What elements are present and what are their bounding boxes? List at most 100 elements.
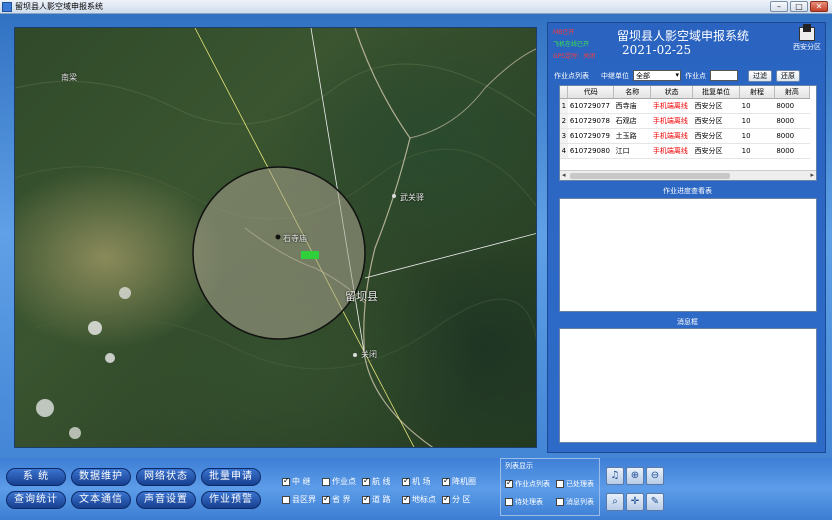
table-header-index (560, 86, 569, 99)
table-row[interactable]: 4 610729080 江口 手机端离线 西安分区 10 8000 (560, 143, 810, 159)
layer-landmark-check[interactable]: 地标点 (402, 494, 436, 505)
status-plane: 飞机在线已开 (553, 41, 590, 48)
network-status-button[interactable]: 网络状态 (136, 468, 196, 486)
batch-apply-button[interactable]: 批量申请 (201, 468, 261, 486)
list-message-check[interactable]: 消息列表 (556, 497, 594, 507)
row-index: 2 (560, 113, 568, 129)
pan-tool-icon[interactable]: ✛ (626, 493, 644, 511)
table-header-name[interactable]: 名称 (613, 86, 652, 99)
table-header-range[interactable]: 射程 (739, 86, 775, 99)
cell-unit: 西安分区 (692, 98, 740, 114)
table-row[interactable]: 1 610729077 西寺庙 手机端离线 西安分区 10 8000 (560, 98, 810, 114)
cell-code: 610729079 (567, 128, 614, 144)
cell-unit: 西安分区 (692, 128, 740, 144)
table-header-height[interactable]: 射高 (774, 86, 811, 99)
checkbox-icon (556, 498, 564, 506)
measure-tool-icon[interactable]: ✎ (646, 493, 664, 511)
status-gps: GPS定时：关闭 (553, 53, 596, 60)
satellite-map[interactable]: 南梁 武关驿 石寺庙 留坝县 关闭 (14, 27, 537, 448)
zone-button[interactable]: 西安分区 (788, 24, 826, 52)
map-label-liuba: 留坝县 (345, 290, 378, 303)
minimize-button[interactable]: – (770, 1, 788, 12)
message-label: 消息框 (677, 318, 698, 326)
cell-height: 8000 (774, 113, 810, 129)
table-row[interactable]: 2 610729078 石观店 手机端离线 西安分区 10 8000 (560, 113, 810, 129)
scroll-right-icon[interactable]: ▸ (810, 171, 814, 179)
map-label-guanli: 关闭 (361, 350, 377, 359)
checkbox-icon (556, 480, 564, 488)
checkbox-icon (282, 495, 290, 504)
message-box[interactable] (559, 328, 817, 443)
cell-name: 土玉路 (613, 128, 651, 144)
table-row[interactable]: 3 610729079 土玉路 手机端离线 西安分区 10 8000 (560, 128, 810, 144)
system-button[interactable]: 系 统 (6, 468, 66, 486)
zoom-in-icon[interactable]: ⊕ (626, 467, 644, 485)
zoom-out-icon[interactable]: ⊖ (646, 467, 664, 485)
layer-landing-check[interactable]: 降机圈 (442, 476, 476, 487)
cell-state: 手机端离线 (650, 143, 693, 159)
layer-route-check[interactable]: 航 线 (362, 476, 391, 487)
checkbox-icon (505, 498, 513, 506)
text-comm-button[interactable]: 文本通信 (71, 491, 131, 509)
progress-label: 作业进度查看表 (663, 187, 712, 195)
data-maintain-button[interactable]: 数据维护 (71, 468, 131, 486)
cell-range: 10 (739, 113, 775, 129)
query-stats-button[interactable]: 查询统计 (6, 491, 66, 509)
maximize-button[interactable]: □ (790, 1, 808, 12)
sound-tool-icon[interactable]: ♫ (606, 467, 624, 485)
point-list-label: 作业点列表 (554, 71, 589, 80)
list-display-title: 列表显示 (505, 462, 533, 470)
cell-code: 610729077 (567, 98, 614, 114)
layer-road-check[interactable]: 道 路 (362, 494, 391, 505)
layer-province-check[interactable]: 省 界 (322, 494, 351, 505)
restore-button[interactable]: 还原 (776, 69, 800, 82)
table-header-unit[interactable]: 批复单位 (692, 86, 741, 99)
layer-airport-check[interactable]: 机 场 (402, 476, 431, 487)
checkbox-icon (402, 494, 410, 504)
layer-point-check[interactable]: 作业点 (322, 476, 356, 487)
table-header-state[interactable]: 状态 (650, 86, 694, 99)
checkbox-icon (442, 476, 450, 486)
layer-relay-check[interactable]: 中 继 (282, 476, 311, 487)
list-points-check[interactable]: 作业点列表 (505, 478, 550, 489)
progress-box[interactable] (559, 198, 817, 312)
window-titlebar: 留坝县人影空域申报系统 – □ ✕ (0, 0, 832, 14)
cell-range: 10 (739, 128, 775, 144)
map-label-wuguansi: 武关驿 (400, 193, 424, 202)
table-hscrollbar[interactable]: ◂ ▸ (560, 170, 816, 180)
cell-state: 手机端离线 (650, 98, 693, 114)
sound-settings-button[interactable]: 声音设置 (136, 491, 196, 509)
cell-height: 8000 (774, 143, 810, 159)
filter-bar: 作业点列表 中继单位 全部 作业点 过滤 还原 (554, 69, 822, 82)
cell-height: 8000 (774, 128, 810, 144)
layer-county-check[interactable]: 县区界 (282, 494, 316, 505)
filter-button[interactable]: 过滤 (748, 69, 772, 82)
cell-name: 石观店 (613, 113, 651, 129)
zone-label: 西安分区 (793, 43, 821, 51)
scroll-thumb[interactable] (570, 173, 730, 179)
cell-range: 10 (739, 98, 775, 114)
relay-select[interactable]: 全部 (633, 70, 681, 81)
app-icon (2, 1, 12, 12)
point-input[interactable] (710, 70, 738, 81)
close-button[interactable]: ✕ (810, 1, 828, 12)
row-index: 4 (560, 143, 568, 159)
cell-code: 610729080 (567, 143, 614, 159)
window-title: 留坝县人影空域申报系统 (15, 2, 103, 11)
search-tool-icon[interactable]: ⌕ (606, 493, 624, 511)
printer-icon (799, 24, 815, 41)
job-warning-button[interactable]: 作业预警 (201, 491, 261, 509)
status-mb: MB已开 (553, 29, 575, 36)
table-header-code[interactable]: 代码 (567, 86, 615, 99)
list-done-check[interactable]: 已处理表 (556, 479, 594, 489)
checkbox-icon (322, 494, 330, 504)
cell-unit: 西安分区 (692, 143, 740, 159)
list-pending-check[interactable]: 待处理表 (505, 497, 543, 507)
scroll-left-icon[interactable]: ◂ (562, 171, 566, 179)
checkbox-icon (505, 478, 513, 488)
layer-zone-check[interactable]: 分 区 (442, 494, 471, 505)
map-label-nanliang: 南梁 (61, 73, 77, 82)
bottom-toolbar: 系 统 数据维护 网络状态 批量申请 查询统计 文本通信 声音设置 作业预警 中… (0, 458, 832, 520)
point-table: 代码 名称 状态 批复单位 射程 射高 1 610729077 西寺庙 手机端离… (559, 85, 817, 181)
point-label: 作业点 (685, 71, 706, 80)
